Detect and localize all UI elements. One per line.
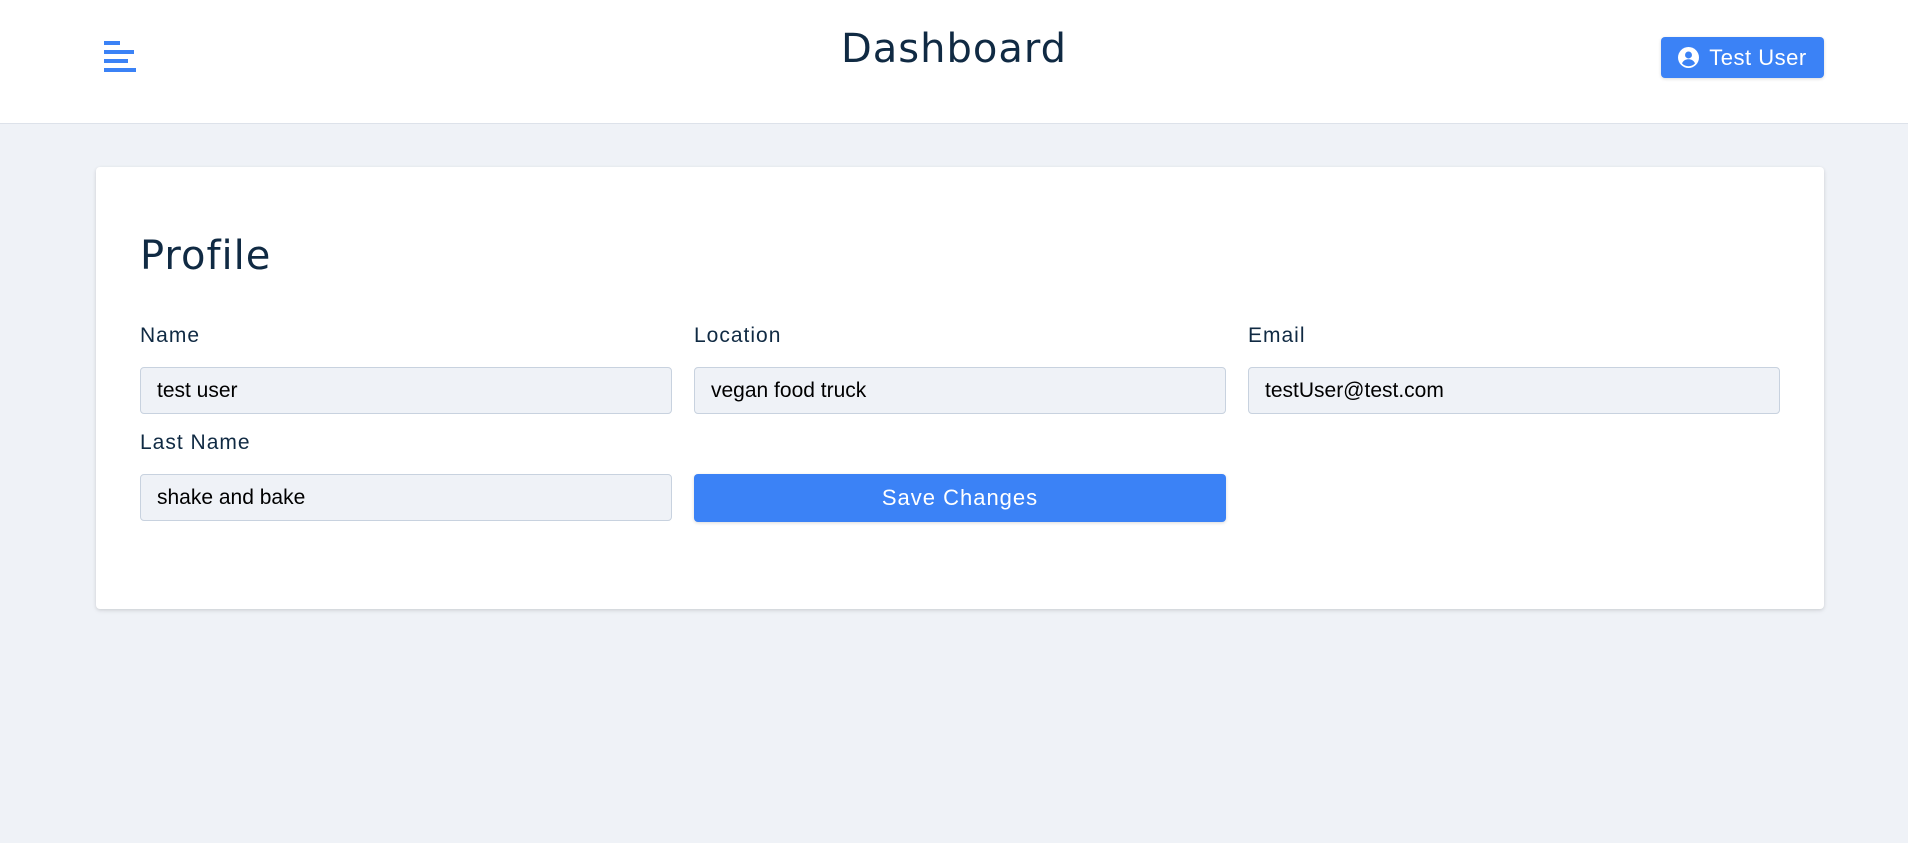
last-name-label: Last Name [140,431,251,454]
email-label: Email [1248,324,1306,347]
name-label: Name [140,324,201,347]
profile-title: Profile [140,233,272,279]
location-label: Location [694,324,782,347]
top-navbar: Dashboard Test User [0,0,1908,124]
user-button-label: Test User [1709,44,1807,70]
email-input[interactable] [1248,367,1780,414]
page-title: Dashboard [840,26,1067,72]
save-changes-button[interactable]: Save Changes [694,474,1226,522]
user-menu-button[interactable]: Test User [1661,37,1824,78]
last-name-input[interactable] [140,474,672,521]
name-input[interactable] [140,367,672,414]
menu-icon [100,39,140,75]
location-input[interactable] [694,367,1226,414]
menu-toggle-button[interactable] [100,38,140,76]
profile-card: Profile Name Location Email Last Name Sa… [96,167,1824,609]
user-circle-icon [1678,47,1700,68]
